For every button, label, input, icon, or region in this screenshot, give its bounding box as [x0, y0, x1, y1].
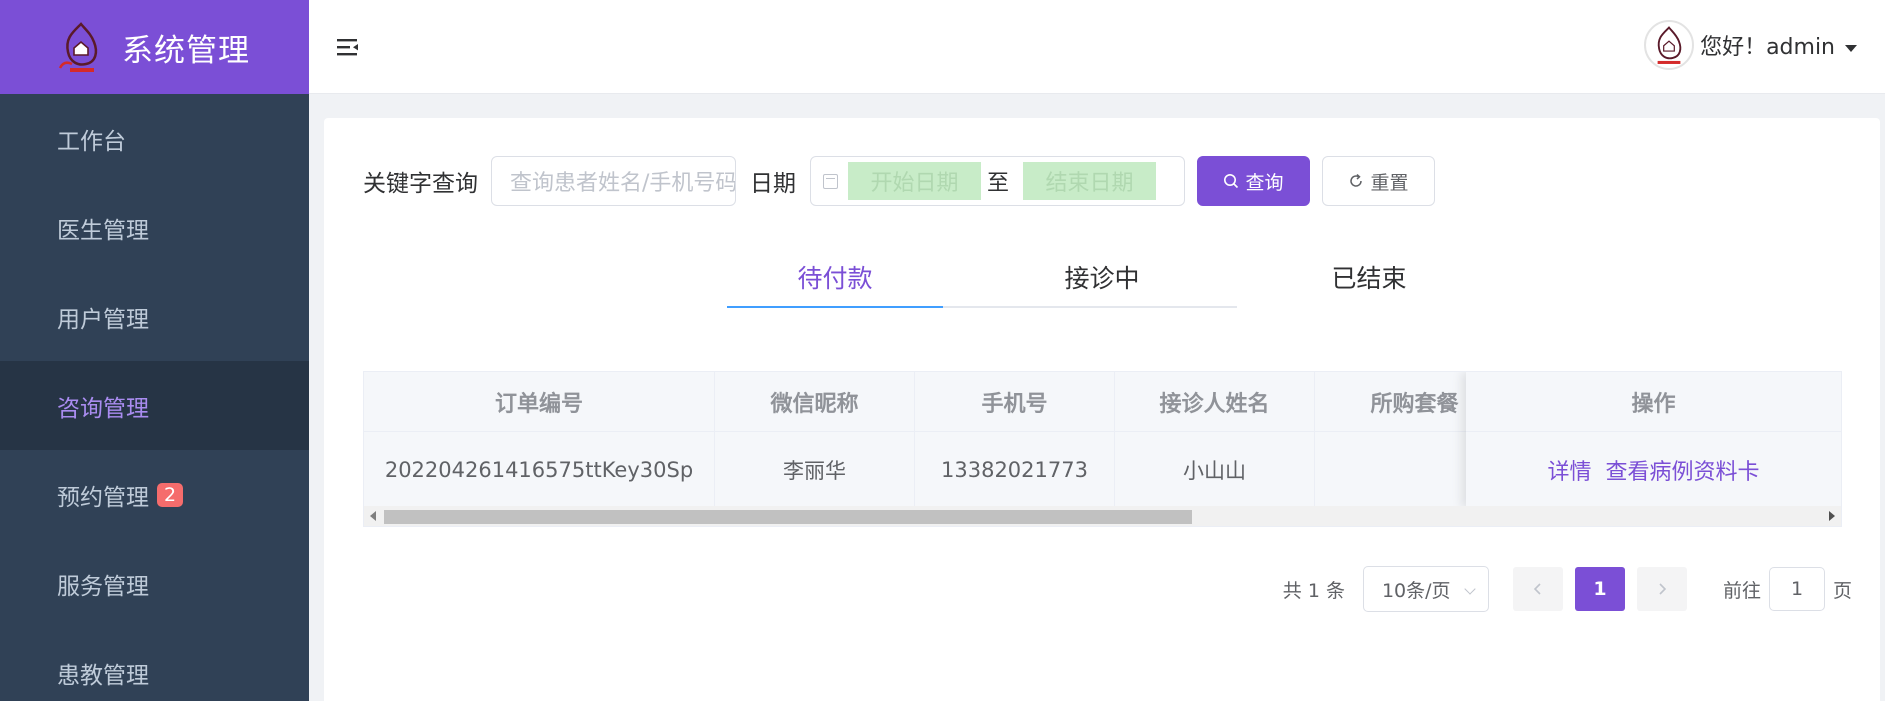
menu-toggle-icon[interactable] — [336, 37, 360, 59]
scroll-left-icon[interactable] — [370, 511, 376, 521]
sidebar-item-label: 咨询管理 — [57, 395, 149, 422]
scroll-right-icon[interactable] — [1829, 511, 1835, 521]
goto-page-input[interactable]: 1 — [1768, 567, 1825, 611]
table-header: 订单编号 微信昵称 手机号 接诊人姓名 所购套餐 — [364, 372, 1515, 431]
reset-button[interactable]: 重置 — [1322, 156, 1435, 206]
reset-button-label: 重置 — [1370, 171, 1409, 194]
sidebar-item-label: 医生管理 — [57, 217, 149, 244]
range-separator: 至 — [987, 171, 1010, 196]
sidebar-item-label: 预约管理 — [57, 484, 149, 511]
sidebar-item-doctors[interactable]: 医生管理 — [0, 183, 309, 272]
appointments-badge: 2 — [157, 482, 184, 507]
tab-in-consultation[interactable]: 接诊中 — [994, 246, 1210, 308]
keyword-input[interactable]: 查询患者姓名/手机号码 — [491, 156, 736, 206]
column-header: 接诊人姓名 — [1115, 372, 1315, 431]
column-header: 手机号 — [915, 372, 1115, 431]
page-size-select[interactable]: 10条/页 — [1362, 566, 1489, 612]
tab-finished[interactable]: 已结束 — [1261, 246, 1477, 308]
scrollbar-thumb[interactable] — [384, 510, 1192, 524]
chevron-left-icon — [1533, 583, 1541, 595]
sidebar-item-patient-education[interactable]: 患教管理 — [0, 628, 309, 701]
page-size-value: 10条/页 — [1381, 579, 1451, 602]
tab-pending-payment[interactable]: 待付款 — [727, 246, 943, 308]
caret-down-icon — [1845, 44, 1857, 52]
sidebar-item-users[interactable]: 用户管理 — [0, 272, 309, 361]
brand-title: 系统管理 — [122, 32, 250, 69]
column-header: 微信昵称 — [715, 372, 915, 431]
keyword-label: 关键字查询 — [363, 171, 478, 197]
sidebar-item-appointments[interactable]: 预约管理 2 — [0, 450, 309, 539]
actions-column: 操作 详情 查看病例资料卡 — [1466, 372, 1841, 508]
sidebar-item-consultation[interactable]: 咨询管理 — [0, 361, 309, 450]
avatar — [1644, 20, 1695, 70]
calendar-icon — [823, 173, 838, 189]
nickname-cell: 李丽华 — [715, 432, 915, 508]
pagination: 共 1 条 10条/页 1 前往 1 页 — [1283, 566, 1852, 612]
search-button-label: 查询 — [1245, 171, 1284, 194]
search-icon — [1223, 173, 1239, 189]
sidebar-item-label: 服务管理 — [57, 573, 149, 600]
table-row: 202204261416575ttKey30Sp 李丽华 13382021773… — [364, 431, 1515, 508]
column-header: 订单编号 — [364, 372, 715, 431]
order-number-cell: 202204261416575ttKey30Sp — [364, 432, 715, 508]
page-number-button[interactable]: 1 — [1574, 567, 1625, 611]
sidebar-item-label: 用户管理 — [57, 306, 149, 333]
refresh-icon — [1348, 173, 1364, 189]
prev-page-button[interactable] — [1512, 567, 1563, 611]
search-form: 关键字查询 查询患者姓名/手机号码 日期 开始日期 至 结束日期 查询 重置 — [363, 156, 1435, 206]
top-navbar: 您好！admin — [309, 0, 1885, 94]
brand-header: 系统管理 — [0, 0, 309, 94]
sidebar-item-workbench[interactable]: 工作台 — [0, 94, 309, 183]
details-link[interactable]: 详情 — [1547, 454, 1591, 486]
logo-icon — [56, 18, 106, 76]
phone-cell: 13382021773 — [915, 432, 1115, 508]
goto-suffix: 页 — [1832, 579, 1852, 602]
sidebar-item-label: 工作台 — [57, 128, 126, 155]
actions-cell: 详情 查看病例资料卡 — [1466, 431, 1841, 508]
actions-header: 操作 — [1631, 391, 1676, 417]
chevron-down-icon — [1464, 583, 1476, 595]
goto-label: 前往 — [1722, 579, 1761, 602]
total-count: 共 1 条 — [1282, 579, 1345, 602]
view-medical-record-link[interactable]: 查看病例资料卡 — [1606, 454, 1760, 486]
search-button[interactable]: 查询 — [1197, 156, 1310, 206]
sidebar: 系统管理 工作台 医生管理 用户管理 咨询管理 预约管理 2 服务管理 患教管理 — [0, 0, 309, 701]
receiver-cell: 小山山 — [1115, 432, 1315, 508]
date-range-picker[interactable]: 开始日期 至 结束日期 — [810, 156, 1185, 206]
sidebar-item-label: 患教管理 — [57, 662, 149, 689]
date-label: 日期 — [750, 171, 796, 197]
chevron-right-icon — [1659, 583, 1667, 595]
keyword-placeholder: 查询患者姓名/手机号码 — [510, 171, 736, 196]
start-date-input[interactable]: 开始日期 — [848, 162, 981, 200]
active-tab-indicator — [727, 306, 943, 308]
sidebar-item-services[interactable]: 服务管理 — [0, 539, 309, 628]
user-greeting: 您好！admin — [1700, 35, 1835, 60]
orders-table: 订单编号 微信昵称 手机号 接诊人姓名 所购套餐 202204261416575… — [363, 371, 1842, 527]
next-page-button[interactable] — [1636, 567, 1687, 611]
end-date-input[interactable]: 结束日期 — [1023, 162, 1157, 200]
content-card: 关键字查询 查询患者姓名/手机号码 日期 开始日期 至 结束日期 查询 重置 待… — [324, 118, 1880, 701]
horizontal-scrollbar[interactable] — [364, 506, 1841, 526]
user-menu[interactable]: 您好！admin — [1644, 20, 1857, 70]
status-tabs: 待付款 接诊中 已结束 — [727, 246, 1407, 308]
